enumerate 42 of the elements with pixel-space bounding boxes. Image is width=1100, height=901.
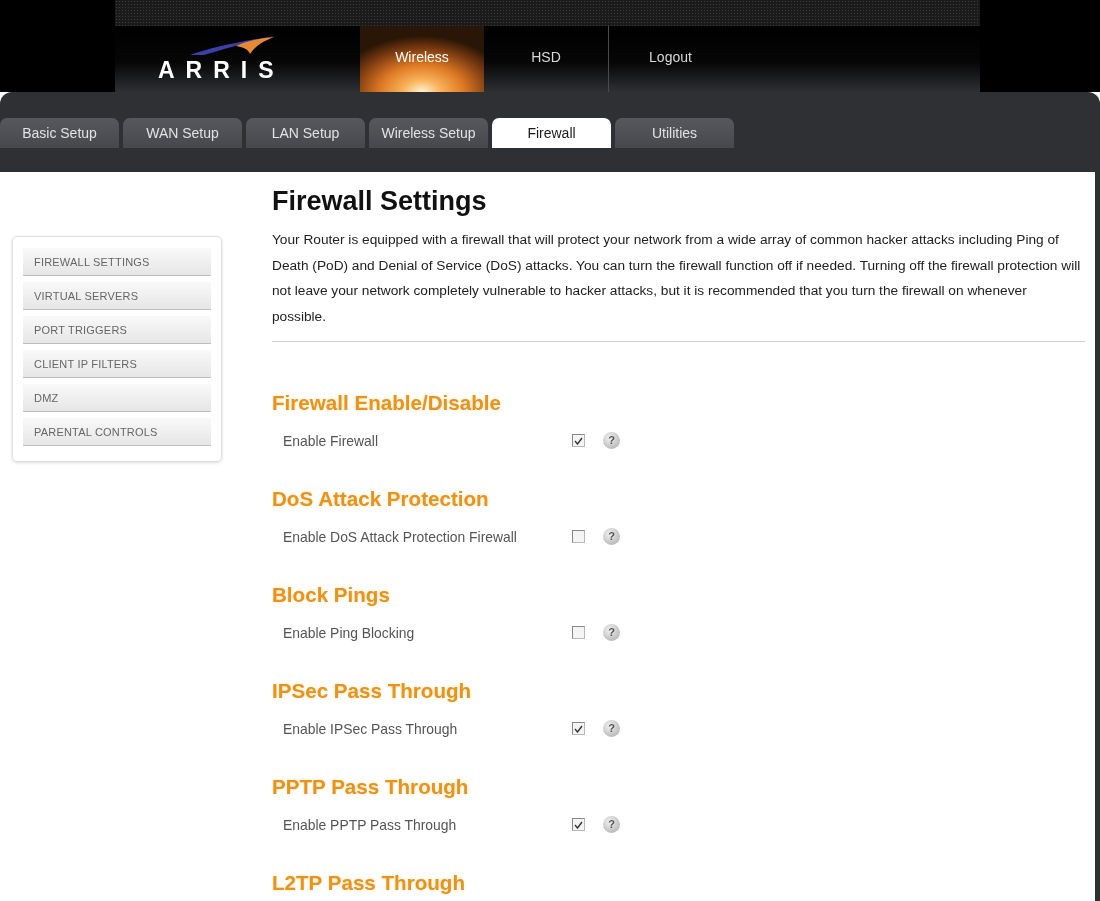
- help-button[interactable]: ?: [603, 624, 620, 642]
- nav-item[interactable]: Wireless: [360, 26, 484, 92]
- checkbox[interactable]: [572, 626, 585, 640]
- swoosh-icon: [190, 36, 276, 55]
- check-icon: [574, 436, 583, 445]
- option-label: Enable PPTP Pass Through: [282, 816, 458, 833]
- help-button[interactable]: ?: [603, 816, 620, 834]
- sidebar-item[interactable]: PORT TRIGGERS: [23, 316, 211, 344]
- checkbox[interactable]: [572, 530, 585, 544]
- help-button[interactable]: ?: [603, 720, 620, 738]
- sidebar-item[interactable]: PARENTAL CONTROLS: [23, 418, 211, 446]
- check-icon: [574, 820, 583, 829]
- logo-text: ARRIS: [158, 58, 285, 82]
- help-button[interactable]: ?: [603, 528, 620, 546]
- tab[interactable]: LAN Setup: [246, 118, 365, 148]
- tab[interactable]: WAN Setup: [123, 118, 242, 148]
- sidebar-item[interactable]: CLIENT IP FILTERS: [23, 350, 211, 378]
- tab[interactable]: Wireless Setup: [369, 118, 488, 148]
- sidebar-item[interactable]: VIRTUAL SERVERS: [23, 282, 211, 310]
- section-heading: Firewall Enable/Disable: [272, 390, 502, 415]
- checkbox[interactable]: [572, 434, 585, 448]
- nav-item[interactable]: HSD: [484, 26, 608, 92]
- section-heading: Block Pings: [272, 582, 391, 607]
- option-label: Enable Ping Blocking: [282, 624, 416, 641]
- tab[interactable]: Utilities: [615, 118, 734, 148]
- sidebar-item[interactable]: FIREWALL SETTINGS: [23, 248, 211, 276]
- option-label: Enable DoS Attack Protection Firewall: [282, 528, 518, 545]
- checkbox[interactable]: [572, 722, 585, 736]
- section-heading: PPTP Pass Through: [272, 774, 470, 799]
- intro-text: Your Router is equipped with a firewall that will protect your network from a wide array of common hacker attacks including Ping of Death (PoD) and Denial of Service (DoS) attacks. You can turn the firewall function off if needed. Turning off the firewall protection will not leave your network completely vulnerable to hacker attacks, but it is recommended that you turn the firewall on whenever possible.: [272, 231, 1082, 327]
- check-icon: [574, 724, 583, 733]
- help-button[interactable]: ?: [603, 432, 620, 450]
- option-label: Enable IPSec Pass Through: [282, 720, 459, 737]
- tab[interactable]: Basic Setup: [0, 118, 119, 148]
- tab[interactable]: Firewall: [492, 118, 611, 148]
- section-heading: IPSec Pass Through: [272, 678, 473, 703]
- sidebar-item[interactable]: DMZ: [23, 384, 211, 412]
- option-label: Enable Firewall: [282, 432, 379, 449]
- section-heading: DoS Attack Protection: [272, 486, 490, 511]
- section-heading: L2TP Pass Through: [272, 870, 466, 895]
- checkbox[interactable]: [572, 818, 585, 832]
- page-title: Firewall Settings: [272, 186, 488, 217]
